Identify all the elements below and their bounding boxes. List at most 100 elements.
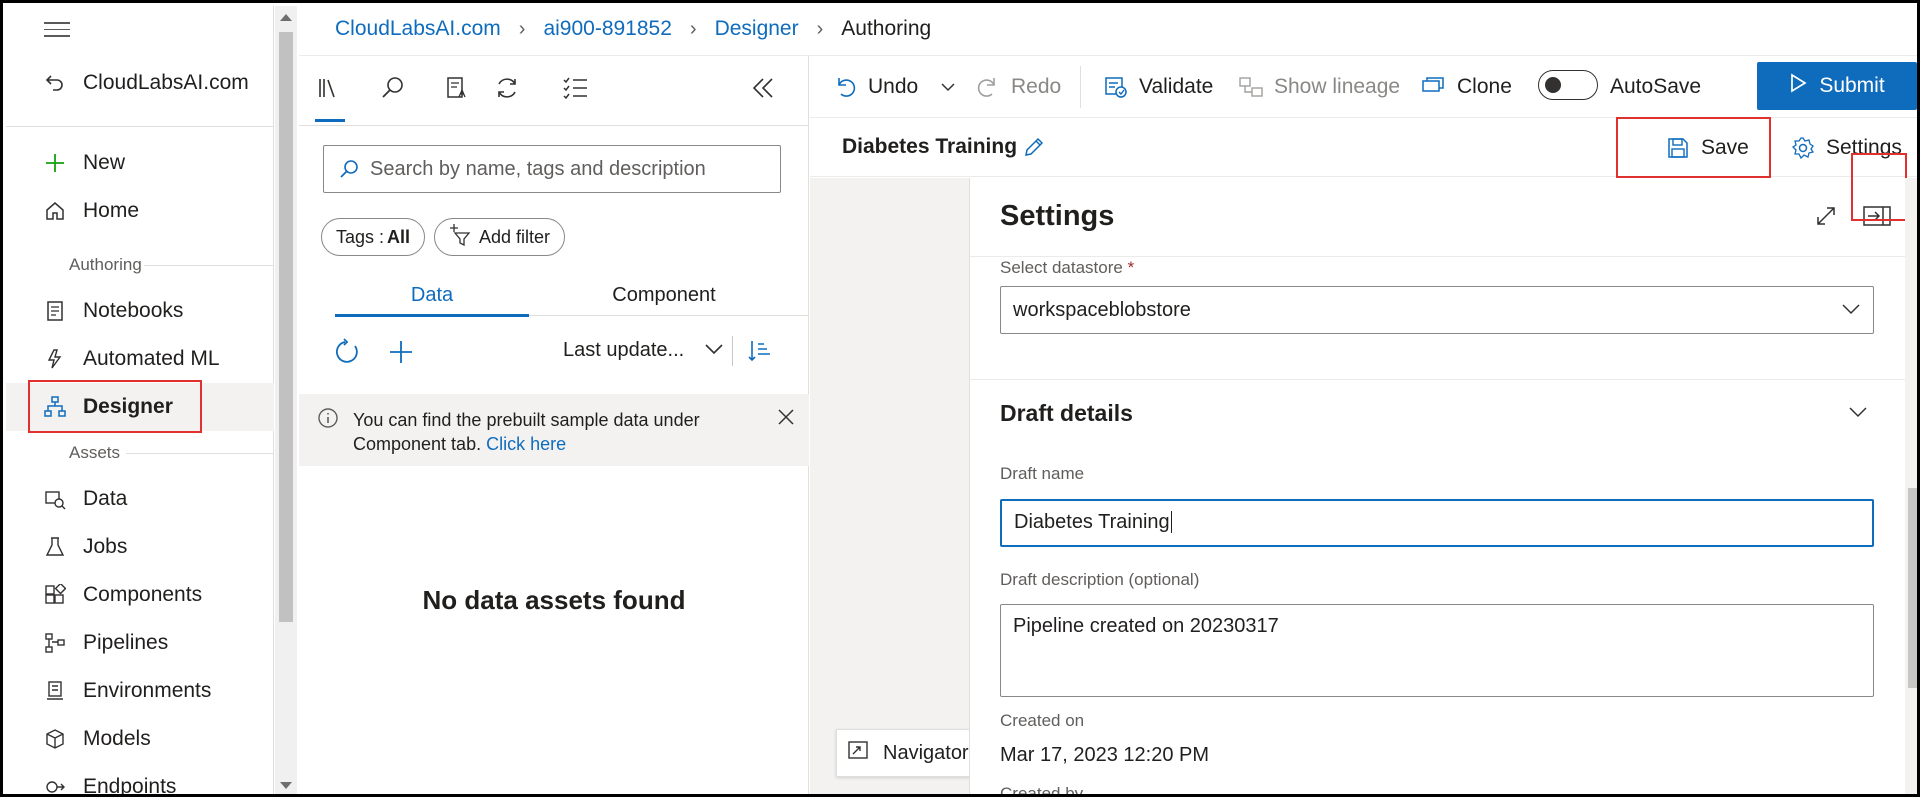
library-tab-validate[interactable] [439, 72, 475, 108]
nav-item-endpoints[interactable]: Endpoints [6, 763, 274, 797]
draft-description-value: Pipeline created on 20230317 [1013, 615, 1279, 637]
nav-back-workspace[interactable]: CloudLabsAI.com [6, 59, 274, 107]
data-component-tabs: Data Component [335, 274, 809, 317]
chevron-down-icon[interactable] [1848, 404, 1868, 425]
app-frame: CloudLabsAI.com New Home Authoring Noteb… [0, 0, 1920, 797]
chevron-down-icon[interactable] [704, 342, 724, 361]
nav-item-components[interactable]: Components [6, 571, 274, 619]
tags-filter-pill[interactable]: Tags : All [321, 218, 426, 256]
nav-notebooks-label: Notebooks [83, 299, 184, 322]
undo-icon [832, 74, 858, 100]
expand-icon[interactable] [1814, 204, 1838, 233]
chevron-right-icon: › [518, 17, 526, 40]
nav-item-data[interactable]: Data [6, 475, 274, 523]
validate-button[interactable]: Validate [1103, 56, 1213, 118]
autosave-label: AutoSave [1610, 75, 1702, 98]
draft-name-value: Diabetes Training [1014, 511, 1170, 533]
library-tab-list[interactable] [557, 72, 593, 108]
nav-new-label: New [83, 151, 126, 174]
tags-prefix: Tags : [336, 226, 385, 247]
redo-button[interactable]: Redo [975, 56, 1061, 118]
autosave-toggle[interactable] [1538, 70, 1598, 100]
document-check-icon [444, 75, 470, 106]
draft-details-heading[interactable]: Draft details [1000, 400, 1133, 427]
submit-button[interactable]: Submit [1757, 62, 1917, 110]
undo-dropdown-chevron-icon[interactable] [940, 80, 956, 98]
lineage-icon [1238, 74, 1264, 100]
pipeline-canvas[interactable] [810, 178, 970, 794]
show-lineage-button[interactable]: Show lineage [1238, 56, 1400, 118]
cube-icon [42, 726, 68, 752]
tab-data[interactable]: Data [335, 274, 529, 317]
undo-button[interactable]: Undo [832, 56, 918, 118]
breadcrumb: CloudLabsAI.com › ai900-891852 › Designe… [335, 17, 931, 41]
hamburger-menu-icon[interactable] [44, 22, 70, 40]
library-tab-refresh[interactable] [489, 72, 525, 108]
required-marker: * [1127, 258, 1135, 277]
sync-icon [494, 75, 520, 106]
scrollbar-thumb[interactable] [279, 32, 293, 622]
add-data-icon[interactable] [387, 338, 415, 371]
clone-button[interactable]: Clone [1421, 56, 1512, 118]
toggle-knob [1545, 77, 1561, 93]
close-icon[interactable] [777, 408, 795, 431]
scroll-up-arrow-icon[interactable] [280, 14, 292, 21]
tab-component[interactable]: Component [529, 274, 799, 316]
chevron-down-icon [1841, 299, 1861, 325]
sort-direction-icon[interactable] [747, 338, 773, 369]
info-click-here-link[interactable]: Click here [486, 434, 566, 454]
pipeline-icon [42, 630, 68, 656]
nav-endpoints-label: Endpoints [83, 775, 177, 797]
library-tab-assets[interactable] [311, 72, 347, 122]
highlight-save-box [1616, 117, 1771, 178]
library-search-input[interactable] [370, 157, 770, 181]
add-filter-button[interactable]: Add filter [434, 218, 566, 256]
draft-description-field[interactable]: Pipeline created on 20230317 [1000, 604, 1874, 697]
nav-section-assets: Assets [69, 443, 121, 462]
draft-name-field[interactable]: Diabetes Training [1000, 499, 1874, 547]
nav-item-automated-ml[interactable]: Automated ML [6, 335, 274, 383]
highlight-designer-box [28, 380, 202, 433]
validate-label: Validate [1139, 75, 1214, 98]
info-message-bar: You can find the prebuilt sample data un… [299, 394, 809, 466]
scroll-down-arrow-icon[interactable] [280, 782, 292, 789]
nav-item-models[interactable]: Models [6, 715, 274, 763]
nav-item-pipelines[interactable]: Pipelines [6, 619, 274, 667]
refresh-icon[interactable] [333, 338, 361, 371]
settings-scrollbar[interactable] [1905, 178, 1917, 794]
nav-divider [144, 265, 274, 266]
scrollbar-thumb[interactable] [1908, 488, 1917, 688]
left-nav: CloudLabsAI.com New Home Authoring Noteb… [6, 6, 274, 797]
breadcrumb-workspace-link[interactable]: CloudLabsAI.com [335, 17, 501, 41]
clone-icon [1421, 74, 1447, 100]
library-tab-search[interactable] [375, 72, 411, 108]
nav-item-environments[interactable]: Environments [6, 667, 274, 715]
designer-toolbar: Undo Redo Validate Show lineage Clone Au… [810, 56, 1917, 118]
datastore-dropdown[interactable]: workspaceblobstore [1000, 286, 1874, 334]
submit-label: Submit [1819, 74, 1885, 97]
pencil-edit-icon[interactable] [1022, 135, 1046, 164]
library-books-icon [316, 75, 342, 106]
navigator-label: Navigator [883, 741, 969, 764]
datastore-label: Select datastore [1000, 258, 1123, 277]
navigator-button[interactable]: Navigator [836, 729, 976, 777]
toolbar-divider [1080, 66, 1081, 108]
library-search-box[interactable] [323, 145, 781, 193]
nav-item-home[interactable]: Home [6, 187, 274, 235]
breadcrumb-resource-link[interactable]: ai900-891852 [543, 17, 671, 41]
left-nav-scrollbar[interactable] [275, 6, 297, 794]
library-tabbar [299, 56, 809, 126]
nav-item-jobs[interactable]: Jobs [6, 523, 274, 571]
nav-item-new[interactable]: New [6, 139, 274, 187]
sort-dropdown-label[interactable]: Last update... [563, 339, 684, 362]
notebook-icon [42, 298, 68, 324]
nav-jobs-label: Jobs [83, 535, 128, 558]
home-icon [42, 198, 68, 224]
datastore-label-wrap: Select datastore * [1000, 258, 1134, 278]
nav-item-notebooks[interactable]: Notebooks [6, 287, 274, 335]
pipeline-title: Diabetes Training [842, 135, 1018, 158]
collapse-panel-button[interactable] [745, 72, 781, 108]
breadcrumb-designer-link[interactable]: Designer [715, 17, 799, 41]
add-filter-icon [449, 223, 471, 251]
undo-label: Undo [868, 75, 919, 98]
